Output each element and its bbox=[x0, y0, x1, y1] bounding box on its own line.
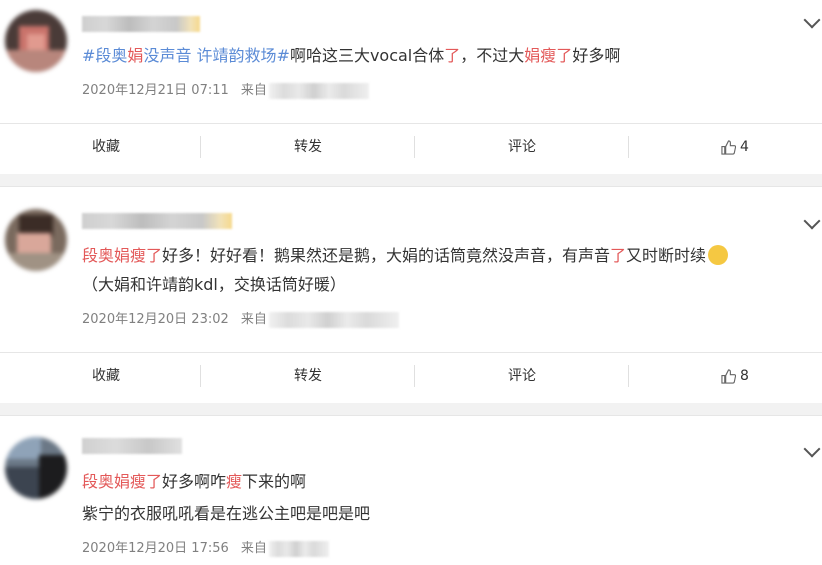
post-text: #段奥娟没声音 许靖韵救场#啊哈这三大vocal合体了，不过大娟瘦了好多啊 bbox=[82, 41, 620, 71]
post-text: 段奥娟瘦了好多啊咋瘦下来的啊 bbox=[82, 467, 306, 497]
avatar[interactable] bbox=[5, 209, 67, 271]
highlight-text: 瘦 bbox=[226, 472, 243, 491]
like-button[interactable]: 8 bbox=[630, 354, 822, 398]
text-segment: 啊哈这三大vocal合体 bbox=[289, 46, 445, 65]
divider bbox=[0, 352, 822, 353]
post-1: #段奥娟没声音 许靖韵救场#啊哈这三大vocal合体了，不过大娟瘦了好多啊 20… bbox=[0, 0, 822, 175]
divider bbox=[200, 136, 201, 158]
username[interactable] bbox=[82, 438, 182, 454]
text-segment: 好多啊咋 bbox=[162, 472, 227, 491]
divider bbox=[414, 136, 415, 158]
chevron-down-icon[interactable] bbox=[803, 212, 821, 230]
action-bar: 收藏 转发 评论 4 bbox=[0, 125, 822, 169]
timestamp[interactable]: 2020年12月20日 23:02 bbox=[82, 312, 229, 327]
divider bbox=[200, 365, 201, 387]
divider bbox=[628, 136, 629, 158]
post-text-line2: 紫宁的衣服吼吼看是在逃公主吧是吧是吧 bbox=[82, 504, 371, 523]
post-2: 段奥娟瘦了好多！好好看！鹅果然还是鹅，大娟的话筒竟然没声音，有声音了又时断时续 … bbox=[0, 186, 822, 403]
highlight-text: 段奥娟瘦了 bbox=[82, 472, 163, 491]
timestamp[interactable]: 2020年12月21日 07:11 bbox=[82, 83, 229, 98]
highlight-text: 娟 bbox=[127, 46, 144, 65]
username[interactable] bbox=[82, 16, 200, 32]
collect-button[interactable]: 收藏 bbox=[0, 125, 212, 169]
source-label: 来自 bbox=[240, 312, 267, 327]
highlight-text: 了 bbox=[610, 246, 627, 265]
divider bbox=[414, 365, 415, 387]
smirk-emoji-icon bbox=[708, 244, 729, 265]
collect-button[interactable]: 收藏 bbox=[0, 354, 212, 398]
post-text-line2: （大娟和许靖韵kdl，交换话筒好暖） bbox=[82, 275, 346, 294]
source-app[interactable] bbox=[268, 311, 399, 328]
post-3: 段奥娟瘦了好多啊咋瘦下来的啊 紫宁的衣服吼吼看是在逃公主吧是吧是吧 2020年1… bbox=[0, 415, 822, 565]
timestamp[interactable]: 2020年12月20日 17:56 bbox=[82, 541, 229, 556]
thumbs-up-icon bbox=[721, 139, 737, 155]
source-app[interactable] bbox=[268, 540, 329, 557]
highlight-text: 了 bbox=[444, 46, 461, 65]
chevron-down-icon[interactable] bbox=[803, 11, 821, 29]
source-app[interactable] bbox=[268, 82, 369, 99]
hashtag-link[interactable]: 没声音 许靖韵救场# bbox=[143, 46, 290, 65]
divider bbox=[0, 123, 822, 124]
hashtag-link[interactable]: #段奥 bbox=[82, 46, 127, 65]
username[interactable] bbox=[82, 213, 232, 229]
post-meta: 2020年12月20日 17:56 来自 bbox=[82, 537, 329, 557]
post-separator bbox=[0, 403, 822, 415]
divider bbox=[628, 365, 629, 387]
like-count: 4 bbox=[740, 139, 749, 155]
post-text: 段奥娟瘦了好多！好好看！鹅果然还是鹅，大娟的话筒竟然没声音，有声音了又时断时续 bbox=[82, 241, 729, 271]
highlight-text: 段奥娟瘦了 bbox=[82, 246, 163, 265]
text-segment: 好多啊 bbox=[572, 46, 621, 65]
post-meta: 2020年12月20日 23:02 来自 bbox=[82, 308, 399, 328]
text-segment: 又时断时续 bbox=[626, 246, 707, 265]
source-label: 来自 bbox=[240, 83, 267, 98]
text-segment: 下来的啊 bbox=[242, 472, 307, 491]
text-segment: ，不过大 bbox=[460, 46, 525, 65]
post-separator bbox=[0, 174, 822, 186]
avatar[interactable] bbox=[5, 10, 67, 72]
action-bar: 收藏 转发 评论 8 bbox=[0, 354, 822, 398]
like-count: 8 bbox=[740, 368, 749, 384]
divider bbox=[0, 186, 822, 187]
divider bbox=[0, 415, 822, 416]
source-label: 来自 bbox=[240, 541, 267, 556]
like-button[interactable]: 4 bbox=[630, 125, 822, 169]
post-meta: 2020年12月21日 07:11 来自 bbox=[82, 79, 369, 99]
text-segment: 好多！好好看！鹅果然还是鹅，大娟的话筒竟然没声音，有声音 bbox=[162, 246, 611, 265]
thumbs-up-icon bbox=[721, 368, 737, 384]
highlight-text: 娟 bbox=[524, 46, 541, 65]
repost-button[interactable]: 转发 bbox=[202, 354, 414, 398]
highlight-text: 瘦了 bbox=[540, 46, 573, 65]
chevron-down-icon[interactable] bbox=[803, 440, 821, 458]
repost-button[interactable]: 转发 bbox=[202, 125, 414, 169]
avatar[interactable] bbox=[5, 437, 67, 499]
comment-button[interactable]: 评论 bbox=[416, 125, 628, 169]
comment-button[interactable]: 评论 bbox=[416, 354, 628, 398]
